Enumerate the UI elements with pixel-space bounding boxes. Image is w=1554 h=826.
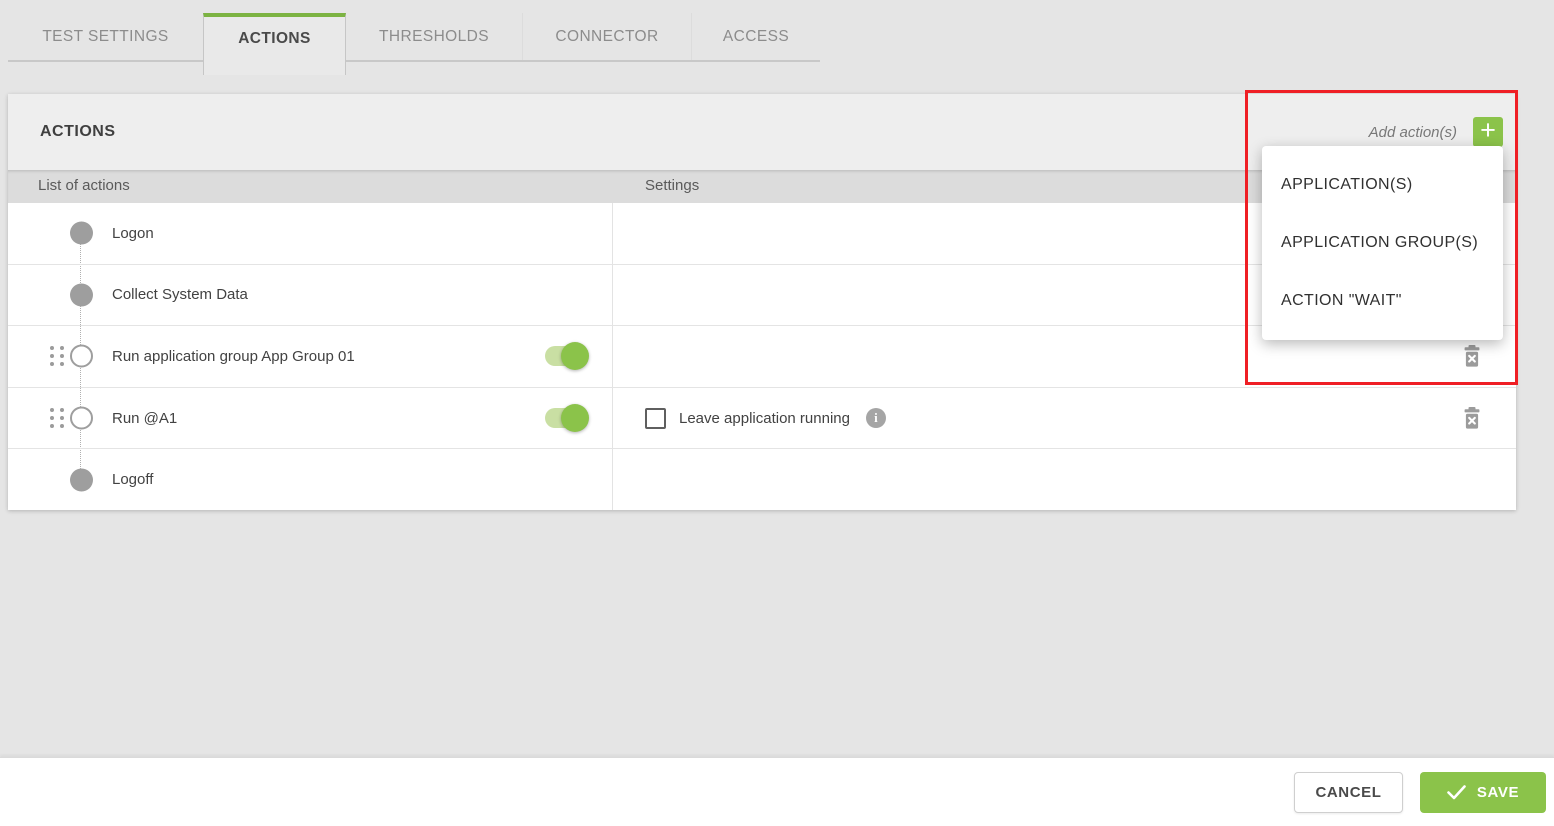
checkbox-label: Leave application running [679, 410, 850, 427]
info-glyph: i [874, 410, 878, 426]
footer-bar: CANCEL SAVE [0, 757, 1554, 826]
menu-item-label: ACTION "WAIT" [1281, 292, 1402, 310]
step-circle-icon [70, 345, 93, 368]
save-label: SAVE [1477, 784, 1519, 801]
trash-icon-graphic [1462, 345, 1482, 367]
action-cell: Collect System Data [8, 265, 613, 326]
tab-thresholds[interactable]: THRESHOLDS [346, 13, 523, 60]
toggle-knob [561, 342, 589, 370]
tab-label: TEST SETTINGS [42, 28, 168, 46]
menu-item-application-groups[interactable]: APPLICATION GROUP(S) [1262, 214, 1503, 272]
table-row: Run @A1 Leave application running i [8, 388, 1516, 450]
trash-icon[interactable] [1462, 345, 1482, 367]
plus-icon: + [1480, 117, 1496, 144]
action-cell: Run @A1 [8, 388, 613, 449]
action-label: Run @A1 [112, 410, 177, 427]
action-label: Collect System Data [112, 286, 248, 303]
menu-item-applications[interactable]: APPLICATION(S) [1262, 156, 1503, 214]
column-settings: Settings [645, 177, 699, 194]
menu-item-label: APPLICATION GROUP(S) [1281, 234, 1478, 252]
settings-cell: Leave application running i [613, 388, 1516, 449]
tab-actions[interactable]: ACTIONS [203, 13, 346, 75]
action-label: Logoff [112, 471, 153, 488]
action-label: Run application group App Group 01 [112, 348, 355, 365]
add-action-menu: APPLICATION(S) APPLICATION GROUP(S) ACTI… [1262, 146, 1503, 340]
tab-label: ACCESS [723, 28, 789, 46]
column-list-of-actions: List of actions [38, 177, 130, 194]
cancel-label: CANCEL [1315, 784, 1381, 801]
tab-bar: TEST SETTINGS ACTIONS THRESHOLDS CONNECT… [8, 13, 820, 62]
trash-icon-graphic [1462, 407, 1482, 429]
drag-handle-icon[interactable] [50, 408, 64, 428]
menu-item-action-wait[interactable]: ACTION "WAIT" [1262, 272, 1503, 330]
add-action-button[interactable]: + [1473, 117, 1503, 147]
enable-toggle[interactable] [545, 346, 581, 366]
tab-label: ACTIONS [238, 30, 311, 48]
tab-label: CONNECTOR [555, 28, 658, 46]
enable-toggle[interactable] [545, 408, 581, 428]
table-row: Logoff [8, 449, 1516, 510]
action-cell: Run application group App Group 01 [8, 326, 613, 387]
add-action-label: Add action(s) [1369, 124, 1457, 141]
trash-icon[interactable] [1462, 407, 1482, 429]
cancel-button[interactable]: CANCEL [1294, 772, 1403, 813]
add-action-group: Add action(s) + [1369, 117, 1503, 147]
check-icon [1447, 785, 1466, 800]
toggle-knob [561, 404, 589, 432]
info-icon[interactable]: i [866, 408, 886, 428]
tab-test-settings[interactable]: TEST SETTINGS [8, 13, 203, 60]
action-cell: Logoff [8, 449, 613, 510]
tab-access[interactable]: ACCESS [692, 13, 820, 60]
panel-title: ACTIONS [40, 123, 116, 141]
leave-application-running-checkbox[interactable] [645, 408, 666, 429]
tab-label: THRESHOLDS [379, 28, 489, 46]
tab-connector[interactable]: CONNECTOR [523, 13, 692, 60]
step-circle-icon [70, 468, 93, 491]
action-cell: Logon [8, 203, 613, 264]
step-circle-icon [70, 283, 93, 306]
drag-handle-icon[interactable] [50, 346, 64, 366]
action-label: Logon [112, 225, 154, 242]
step-circle-icon [70, 407, 93, 430]
save-button[interactable]: SAVE [1420, 772, 1546, 813]
step-circle-icon [70, 222, 93, 245]
settings-cell [613, 449, 1516, 510]
menu-item-label: APPLICATION(S) [1281, 176, 1413, 194]
